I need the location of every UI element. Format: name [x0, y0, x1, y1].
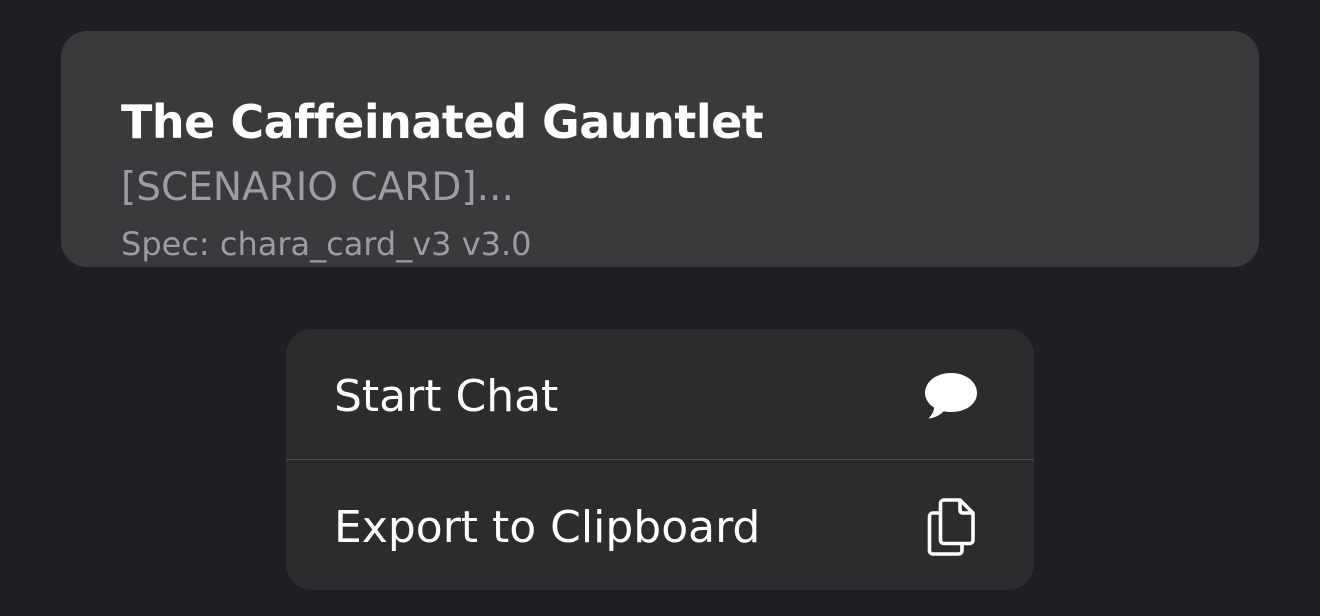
export-clipboard-label: Export to Clipboard [334, 502, 761, 553]
start-chat-menu-item[interactable]: Start Chat [286, 329, 1034, 459]
card-description: [SCENARIO CARD]... [121, 165, 514, 210]
copy-documents-icon [920, 496, 982, 558]
card-spec: Spec: chara_card_v3 v3.0 [121, 225, 532, 263]
start-chat-label: Start Chat [334, 371, 559, 422]
card-title: The Caffeinated Gauntlet [121, 95, 764, 149]
context-menu: Start Chat Export to Clipboard [286, 329, 1034, 590]
scenario-card-preview: The Caffeinated Gauntlet [SCENARIO CARD]… [61, 31, 1259, 267]
export-clipboard-menu-item[interactable]: Export to Clipboard [286, 460, 1034, 590]
app-screen: The Caffeinated Gauntlet [SCENARIO CARD]… [0, 0, 1320, 616]
chat-bubble-icon [920, 365, 982, 427]
